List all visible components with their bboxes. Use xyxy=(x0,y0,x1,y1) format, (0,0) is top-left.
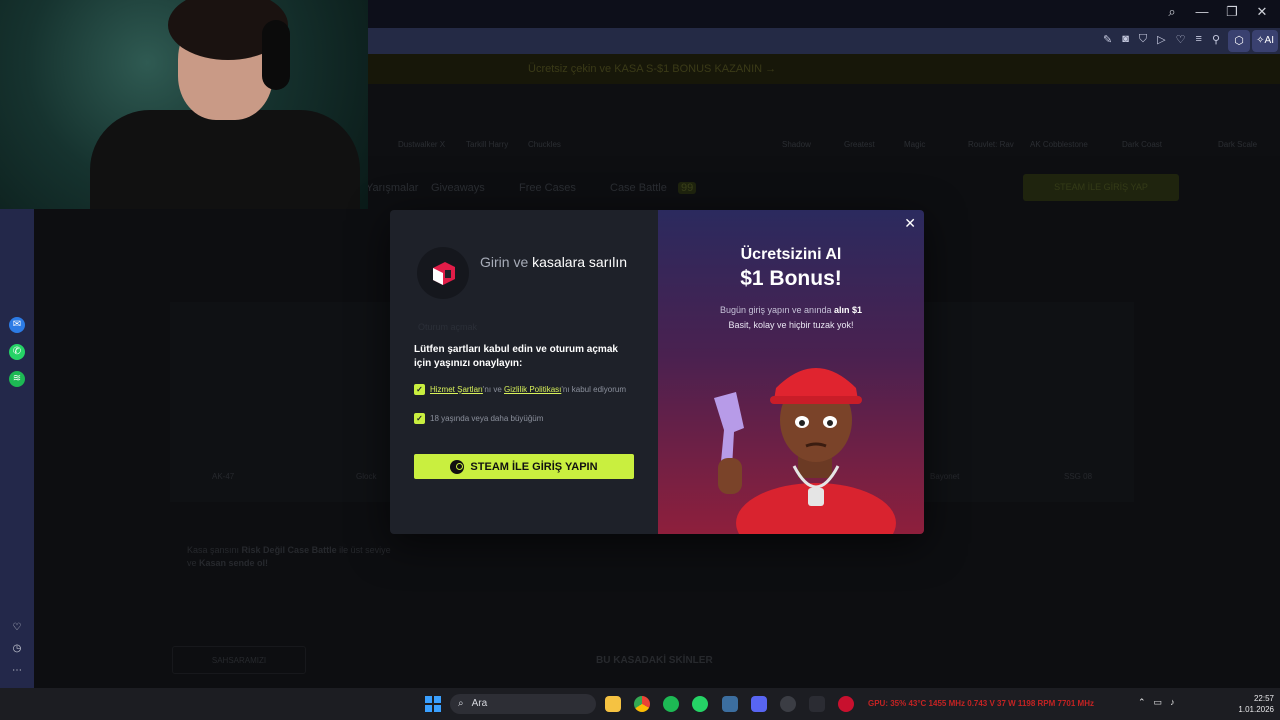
file-explorer-icon[interactable] xyxy=(605,696,621,712)
whatsapp-icon[interactable]: ✆ xyxy=(9,344,25,360)
toolbar-icons: ✎ ◙ ⛉ ▷ ♡ ≡ ⚲ xyxy=(1103,33,1220,46)
promo-subtitle-text: Bugün giriş yapın ve anında xyxy=(719,305,832,315)
search-icon: ⌕ xyxy=(458,698,464,709)
history-icon[interactable]: ◷ xyxy=(9,641,25,657)
age-checkbox-row[interactable]: ✓ 18 yaşında veya daha büyüğüm xyxy=(414,413,634,424)
shield-icon[interactable]: ⛉ xyxy=(1139,33,1147,46)
minimize-icon[interactable]: — xyxy=(1194,4,1210,20)
heart-icon[interactable]: ♡ xyxy=(9,620,25,636)
terms-checkbox-label: Hizmet Şartları'nı ve Gizlilik Politikas… xyxy=(430,384,626,395)
windows-taskbar: ⌕ Ara GPU: 35% 43°C 1455 MHz 0.743 V 37 … xyxy=(0,688,1280,720)
clock-time: 22:57 xyxy=(1253,694,1274,703)
modal-title-muted: Girin ve xyxy=(480,254,529,270)
bonus-promo-panel: ✕ Ücretsizini Al $1 Bonus! Bugün giriş y… xyxy=(658,210,924,534)
age-checkbox-label: 18 yaşında veya daha büyüğüm xyxy=(430,414,544,423)
search-icon[interactable]: ⌕ xyxy=(1164,4,1180,20)
site-logo xyxy=(417,247,469,299)
login-panel: Girin ve kasalara sarılın Oturum açmak L… xyxy=(390,210,658,534)
steam-login-button[interactable]: STEAM İLE GİRİŞ YAPIN xyxy=(414,454,634,479)
camera-icon[interactable]: ◙ xyxy=(1122,33,1129,46)
steam-login-label: STEAM İLE GİRİŞ YAPIN xyxy=(470,460,598,473)
profile-icon[interactable]: ⚲ xyxy=(1212,33,1220,46)
extension-icon[interactable]: ⬡ xyxy=(1228,30,1250,52)
privacy-policy-link[interactable]: Gizlilik Politikası xyxy=(504,385,561,394)
whatsapp-icon[interactable] xyxy=(692,696,708,712)
settings-app-icon[interactable] xyxy=(722,696,738,712)
age-checkbox[interactable]: ✓ xyxy=(414,413,425,424)
promo-subtitle: Bugün giriş yapın ve anında alın $1 xyxy=(658,305,924,315)
edit-icon[interactable]: ✎ xyxy=(1103,33,1112,46)
ai-button[interactable]: ✧AI xyxy=(1252,30,1278,52)
close-icon[interactable]: ✕ xyxy=(904,215,916,232)
screen: Ücretsiz çekin ve KASA S-$1 BONUS KAZANI… xyxy=(0,0,1280,720)
restore-icon[interactable]: ❐ xyxy=(1224,4,1240,20)
heart-icon[interactable]: ♡ xyxy=(1176,33,1186,46)
terms-heading: Lütfen şartları kabul edin ve oturum açm… xyxy=(414,344,618,369)
promo-tagline: Basit, kolay ve hiçbir tuzak yok! xyxy=(728,320,854,330)
browser-toolbar: ✎ ◙ ⛉ ▷ ♡ ≡ ⚲ ⬡ ✧AI xyxy=(368,28,1280,54)
ai-label: AI xyxy=(1264,35,1274,46)
clock-date: 1.01.2026 xyxy=(1238,705,1274,714)
headphone-icon xyxy=(262,20,290,90)
webcam-overlay xyxy=(0,0,368,209)
promo-amount: $1 Bonus! xyxy=(740,267,842,290)
taskbar-search-placeholder: Ara xyxy=(471,698,488,709)
opera-gx-icon[interactable] xyxy=(838,696,854,712)
menu-icon[interactable]: ≡ xyxy=(1196,33,1202,46)
terms-text: 'nı ve xyxy=(482,385,502,394)
taskbar-clock[interactable]: 22:57 1.01.2026 xyxy=(1222,693,1274,715)
promo-subtitle-bold: alın $1 xyxy=(834,305,863,315)
play-icon[interactable]: ▷ xyxy=(1157,33,1165,46)
volume-icon[interactable]: ♪ xyxy=(1170,697,1175,708)
messenger-icon[interactable]: ✉ xyxy=(9,317,25,333)
terms-text: 'nı kabul ediyorum xyxy=(561,385,627,394)
promo-title: Ücretsizini Al xyxy=(740,246,842,263)
chrome-icon[interactable] xyxy=(634,696,650,712)
gpu-stats-overlay: GPU: 35% 43°C 1455 MHz 0.743 V 37 W 1198… xyxy=(868,699,1094,708)
login-modal: Girin ve kasalara sarılın Oturum açmak L… xyxy=(390,210,924,534)
webcam-person-shirt xyxy=(90,110,360,209)
discord-icon[interactable] xyxy=(751,696,767,712)
system-tray: ⌃ ▭ ♪ xyxy=(1138,697,1175,708)
spotify-icon[interactable] xyxy=(663,696,679,712)
window-controls: ⌕ — ❐ ✕ xyxy=(1164,4,1270,20)
app-icon[interactable] xyxy=(809,696,825,712)
spotify-icon[interactable]: ≋ xyxy=(9,371,25,387)
terms-checkbox-row[interactable]: ✓ Hizmet Şartları'nı ve Gizlilik Politik… xyxy=(414,384,634,395)
steam-icon xyxy=(450,459,465,474)
modal-title: Girin ve kasalara sarılın xyxy=(480,254,640,270)
modal-title-bold: kasalara sarılın xyxy=(532,254,628,270)
terms-checkbox[interactable]: ✓ xyxy=(414,384,425,395)
close-icon[interactable]: ✕ xyxy=(1254,4,1270,20)
browser-sidebar: ✉ ✆ ≋ ♡ ◷ ⋯ xyxy=(0,209,34,688)
network-icon[interactable]: ▭ xyxy=(1154,697,1163,708)
taskbar-search[interactable]: ⌕ Ara xyxy=(450,694,596,714)
case-logo-icon xyxy=(433,262,455,285)
chevron-up-icon[interactable]: ⌃ xyxy=(1138,697,1146,708)
terms-of-service-link[interactable]: Hizmet Şartları xyxy=(430,385,483,394)
more-icon[interactable]: ⋯ xyxy=(9,663,25,679)
windows-start-icon[interactable] xyxy=(425,696,441,712)
steam-icon[interactable] xyxy=(780,696,796,712)
ghost-label: Oturum açmak xyxy=(418,322,478,332)
mascot-character-icon xyxy=(714,368,896,534)
